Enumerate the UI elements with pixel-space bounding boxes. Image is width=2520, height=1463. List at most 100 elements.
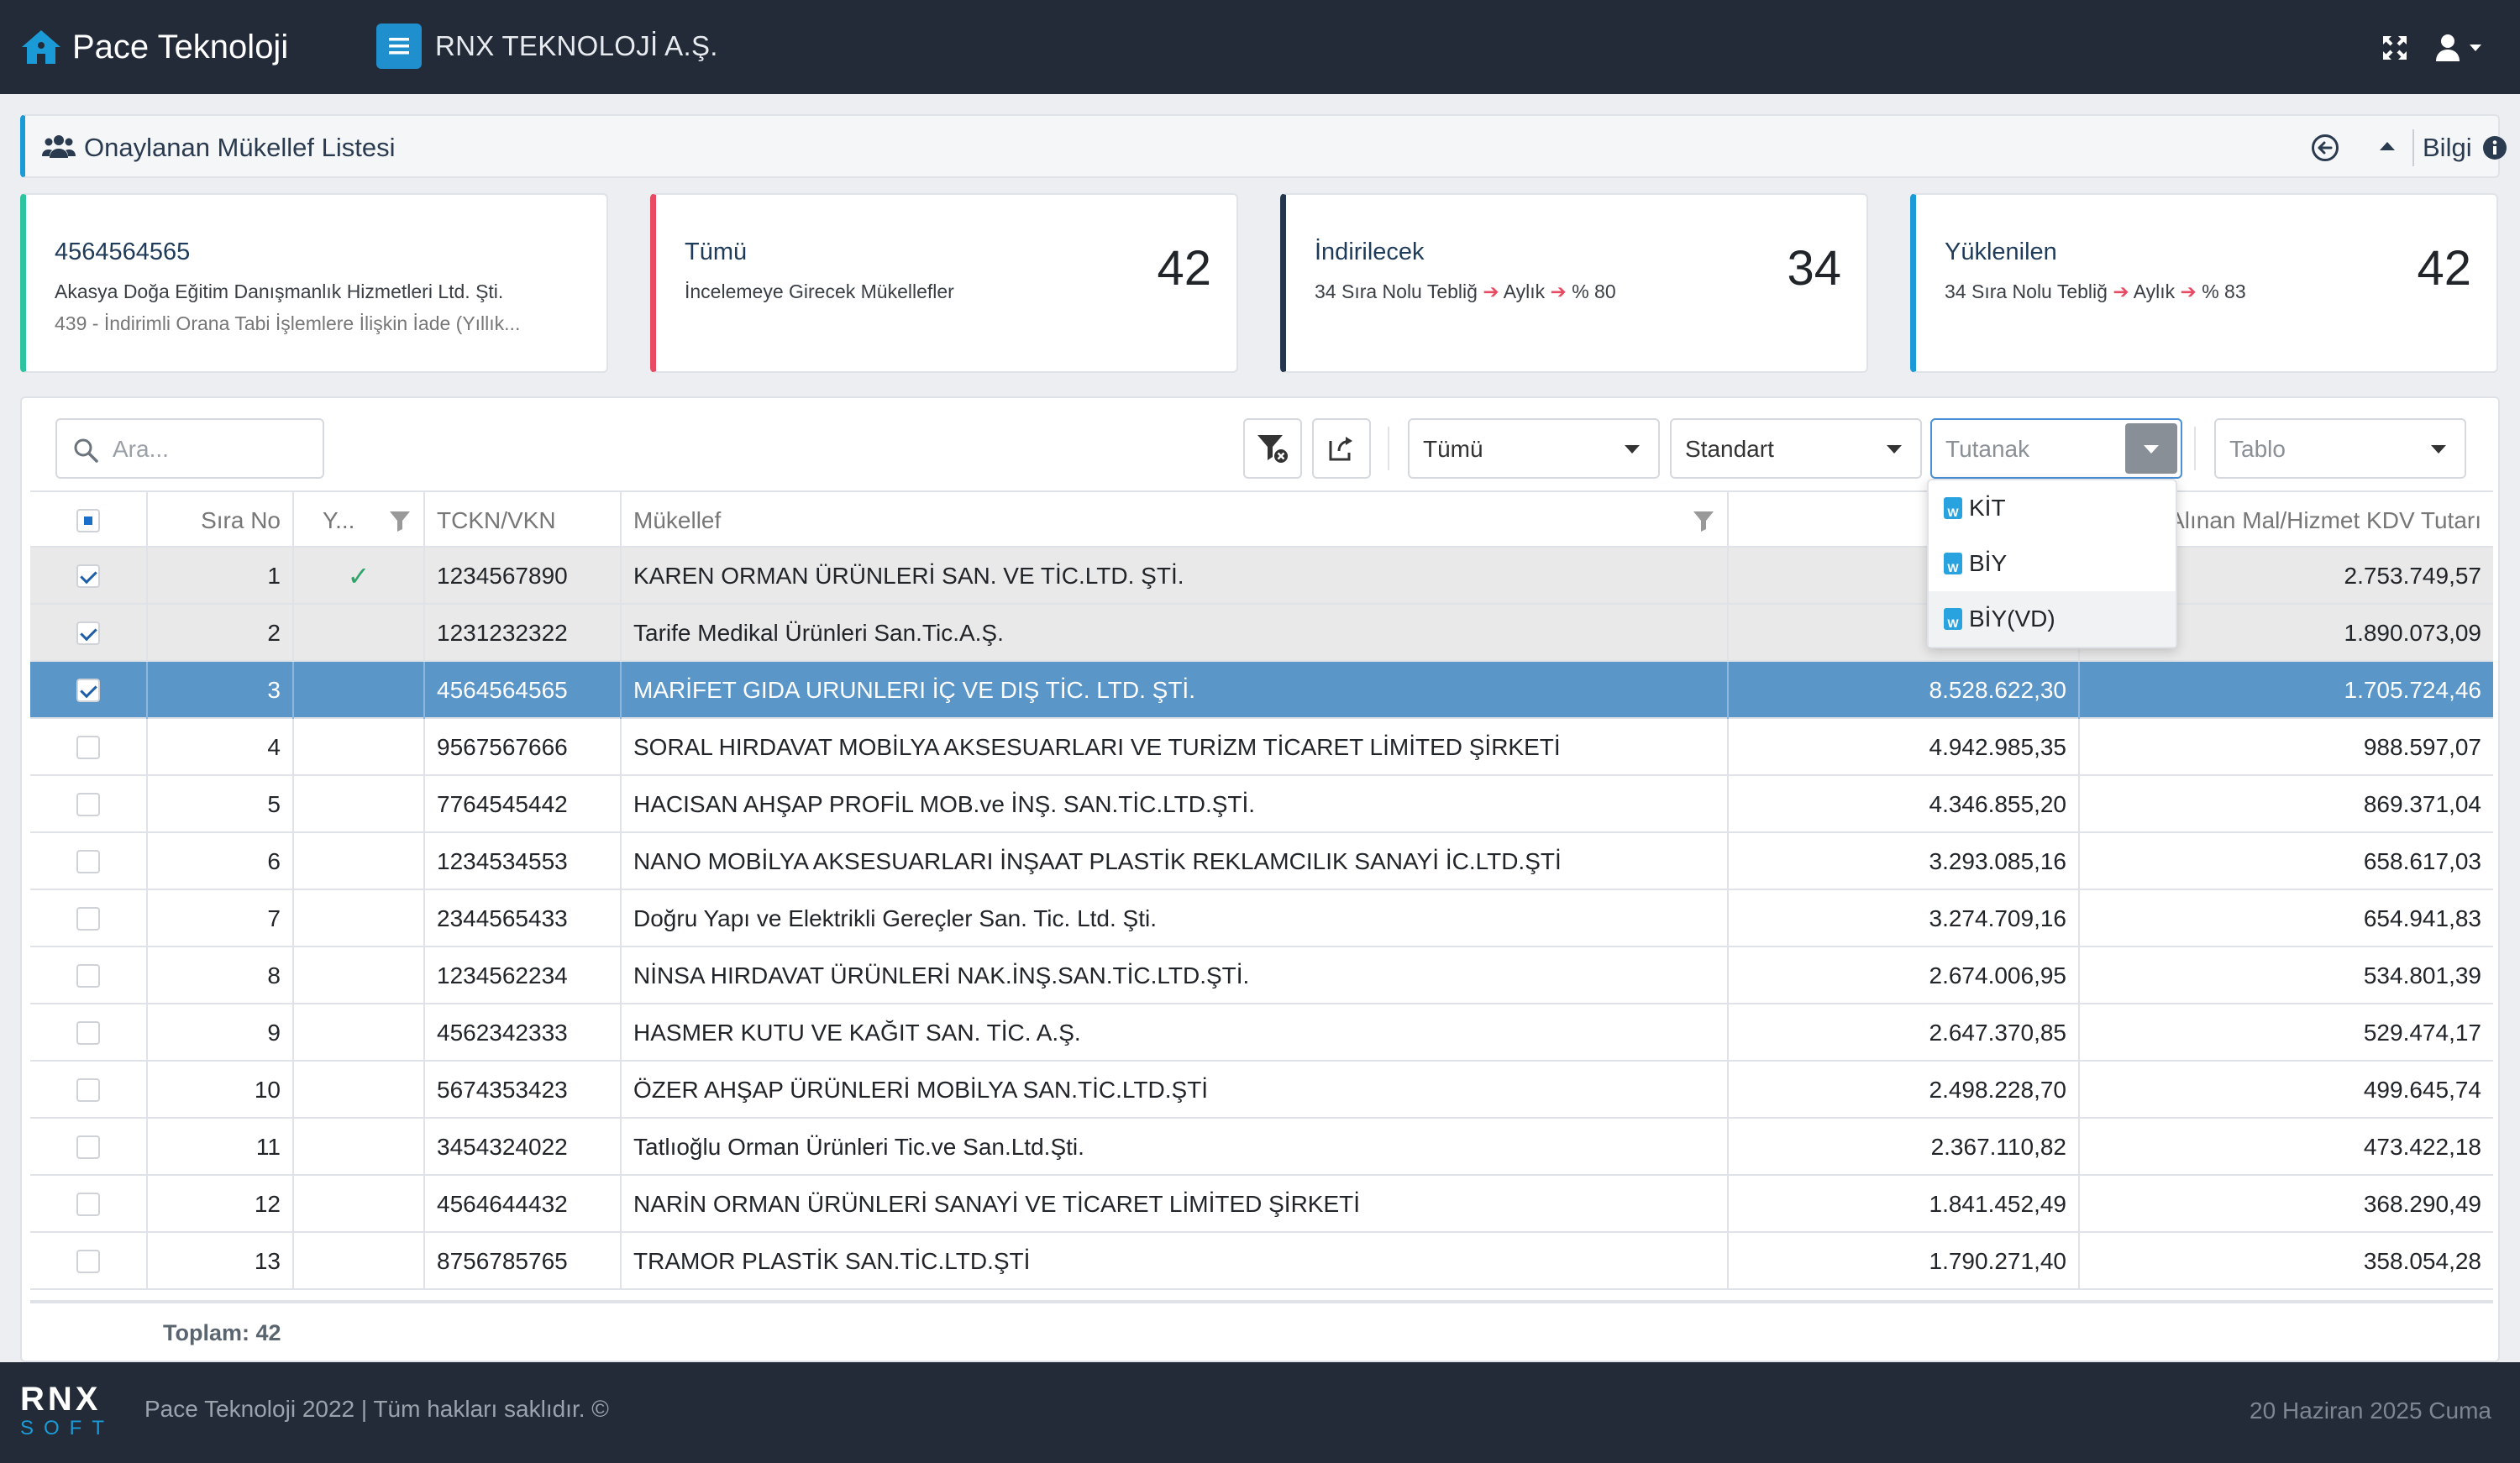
cell-sira-no: 11 bbox=[148, 1119, 294, 1176]
table-row[interactable]: 5 7764545442 HACISAN AHŞAP PROFİL MOB.ve İ… bbox=[30, 776, 2493, 833]
cell-sira-no: 8 bbox=[148, 947, 294, 1004]
table-row[interactable]: 6 1234534553 NANO MOBİLYA AKSESUARLARI İNŞ… bbox=[30, 833, 2493, 890]
header-y-label: Y... bbox=[323, 507, 355, 533]
arrow-right-icon: ➔ bbox=[1550, 281, 1567, 302]
cell-tckn: 9567567666 bbox=[425, 719, 622, 776]
collapse-icon[interactable] bbox=[2376, 134, 2399, 158]
arrow-right-icon: ➔ bbox=[1483, 281, 1499, 302]
row-checkbox[interactable] bbox=[76, 736, 100, 759]
home-icon bbox=[22, 30, 60, 64]
card-loaded[interactable]: Yüklenilen 34 Sıra Nolu Tebliğ ➔ Aylık ➔… bbox=[1910, 193, 2498, 373]
select-all-checkbox[interactable] bbox=[76, 509, 100, 532]
row-select-cell[interactable] bbox=[30, 1004, 148, 1062]
brand-name: Pace Teknoloji bbox=[72, 28, 289, 66]
top-bar: Pace Teknoloji RNX TEKNOLOJİ A.Ş. bbox=[0, 0, 2520, 94]
row-checkbox[interactable] bbox=[76, 564, 100, 588]
cell-y bbox=[294, 1004, 425, 1062]
row-select-cell[interactable] bbox=[30, 890, 148, 947]
cell-mukellef: NANO MOBİLYA AKSESUARLARI İNŞAAT PLASTİK… bbox=[622, 833, 1729, 890]
row-checkbox[interactable] bbox=[76, 679, 100, 702]
panel-title: Onaylanan Mükellef Listesi bbox=[84, 133, 396, 162]
cell-kdv: 1.705.724,46 bbox=[2344, 677, 2482, 703]
row-checkbox[interactable] bbox=[76, 1021, 100, 1045]
fullscreen-icon[interactable] bbox=[2377, 30, 2412, 66]
layout-select[interactable]: Tablo bbox=[2214, 418, 2466, 479]
card-loaded-period: Aylık bbox=[2133, 281, 2176, 302]
brand[interactable]: Pace Teknoloji bbox=[20, 24, 288, 71]
table-row[interactable]: 12 4564644432 NARİN ORMAN ÜRÜNLERİ SANAYİ … bbox=[30, 1176, 2493, 1233]
row-select-cell[interactable] bbox=[30, 1176, 148, 1233]
info-label[interactable]: Bilgi bbox=[2423, 133, 2472, 163]
card-deductible[interactable]: İndirilecek 34 Sıra Nolu Tebliğ ➔ Aylık … bbox=[1280, 193, 1868, 373]
header-tckn[interactable]: TCKN/VKN bbox=[425, 492, 622, 549]
table-row[interactable]: 8 1234562234 NİNSA HIRDAVAT ÜRÜNLERİ NAK.İ… bbox=[30, 947, 2493, 1004]
menu-button[interactable] bbox=[376, 24, 422, 69]
report-select-placeholder: Tutanak bbox=[1945, 436, 2030, 462]
caret-down-icon bbox=[2144, 445, 2159, 454]
row-select-cell[interactable] bbox=[30, 1062, 148, 1119]
filter-icon[interactable] bbox=[388, 509, 412, 532]
table-row[interactable]: 9 4562342333 HASMER KUTU VE KAĞIT SAN. TİC… bbox=[30, 1004, 2493, 1062]
table-row[interactable]: 11 3454324022 Tatlıoğlu Orman Ürünleri Tic… bbox=[30, 1119, 2493, 1176]
row-checkbox[interactable] bbox=[76, 793, 100, 816]
report-select[interactable]: Tutanak bbox=[1930, 418, 2182, 479]
table-row[interactable]: 7 2344565433 Doğru Yapı ve Elektrikli Gere… bbox=[30, 890, 2493, 947]
cell-mukellef: Tarife Medikal Ürünleri San.Tic.A.Ş. bbox=[622, 605, 1729, 662]
dropdown-item-biy[interactable]: W BİY bbox=[1929, 536, 2176, 591]
header-y[interactable]: Y... bbox=[294, 492, 425, 549]
dropdown-item-biy-vd[interactable]: W BİY(VD) bbox=[1929, 591, 2176, 647]
row-select-cell[interactable] bbox=[30, 548, 148, 605]
table-row[interactable]: 3 4564564565 MARİFET GIDA URUNLERI İÇ VE D… bbox=[30, 662, 2493, 719]
row-select-cell[interactable] bbox=[30, 947, 148, 1004]
row-select-cell[interactable] bbox=[30, 719, 148, 776]
row-checkbox[interactable] bbox=[76, 1078, 100, 1102]
cell-tckn: 4564564565 bbox=[425, 662, 622, 719]
row-select-cell[interactable] bbox=[30, 776, 148, 833]
cell-kdv: 368.290,49 bbox=[2363, 1191, 2481, 1217]
row-checkbox[interactable] bbox=[76, 1135, 100, 1159]
table-row[interactable]: 10 5674353423 ÖZER AHŞAP ÜRÜNLERİ MOBİLYA … bbox=[30, 1062, 2493, 1119]
logo-bottom: SOFT bbox=[20, 1417, 114, 1439]
header-mukellef[interactable]: Mükellef bbox=[622, 492, 1729, 549]
header-sira-no[interactable]: Sıra No bbox=[148, 492, 294, 549]
row-select-cell[interactable] bbox=[30, 605, 148, 662]
row-select-cell[interactable] bbox=[30, 1119, 148, 1176]
table-row[interactable]: 13 8756785765 TRAMOR PLASTİK SAN.TİC.LTD.Ş… bbox=[30, 1233, 2493, 1290]
row-checkbox[interactable] bbox=[76, 1250, 100, 1273]
cell-y bbox=[294, 1119, 425, 1176]
filter-icon[interactable] bbox=[1692, 509, 1715, 532]
row-checkbox[interactable] bbox=[76, 964, 100, 988]
search-input[interactable]: Ara... bbox=[55, 418, 324, 479]
card-deductible-period: Aylık bbox=[1503, 281, 1546, 302]
cell-tckn: 3454324022 bbox=[425, 1119, 622, 1176]
row-checkbox[interactable] bbox=[76, 907, 100, 931]
cell-amount: 2.498.228,70 bbox=[1729, 1062, 2080, 1119]
filter-clear-icon bbox=[1257, 435, 1288, 463]
table-footer-divider bbox=[30, 1300, 2493, 1303]
scope-select-value: Tümü bbox=[1423, 436, 1483, 462]
cell-mukellef: NİNSA HIRDAVAT ÜRÜNLERİ NAK.İNŞ.SAN.TİC.… bbox=[622, 947, 1729, 1004]
export-button[interactable] bbox=[1312, 418, 1371, 479]
cell-kdv: 534.801,39 bbox=[2363, 962, 2481, 988]
clear-filter-button[interactable] bbox=[1243, 418, 1302, 479]
info-icon[interactable] bbox=[2481, 134, 2508, 161]
word-file-icon: W bbox=[1944, 608, 1962, 630]
dropdown-item-kit[interactable]: W KİT bbox=[1929, 480, 2176, 536]
user-menu-icon[interactable] bbox=[2434, 30, 2485, 66]
row-checkbox[interactable] bbox=[76, 1193, 100, 1216]
card-all[interactable]: Tümü İncelemeye Girecek Mükellefler 42 bbox=[650, 193, 1238, 373]
card-deductible-title: İndirilecek bbox=[1315, 239, 1425, 265]
select-all-cell[interactable] bbox=[30, 492, 148, 549]
table-row[interactable]: 4 9567567666 SORAL HIRDAVAT MOBİLYA AKSESU… bbox=[30, 719, 2493, 776]
table-total: Toplam: 42 bbox=[163, 1320, 281, 1345]
row-select-cell[interactable] bbox=[30, 1233, 148, 1290]
row-select-cell[interactable] bbox=[30, 833, 148, 890]
view-select[interactable]: Standart bbox=[1670, 418, 1922, 479]
report-select-toggle[interactable] bbox=[2125, 423, 2177, 474]
row-checkbox[interactable] bbox=[76, 621, 100, 645]
back-icon[interactable] bbox=[2310, 133, 2340, 163]
row-checkbox[interactable] bbox=[76, 850, 100, 873]
scope-select[interactable]: Tümü bbox=[1408, 418, 1660, 479]
row-select-cell[interactable] bbox=[30, 662, 148, 719]
layout-select-value: Tablo bbox=[2229, 436, 2286, 462]
